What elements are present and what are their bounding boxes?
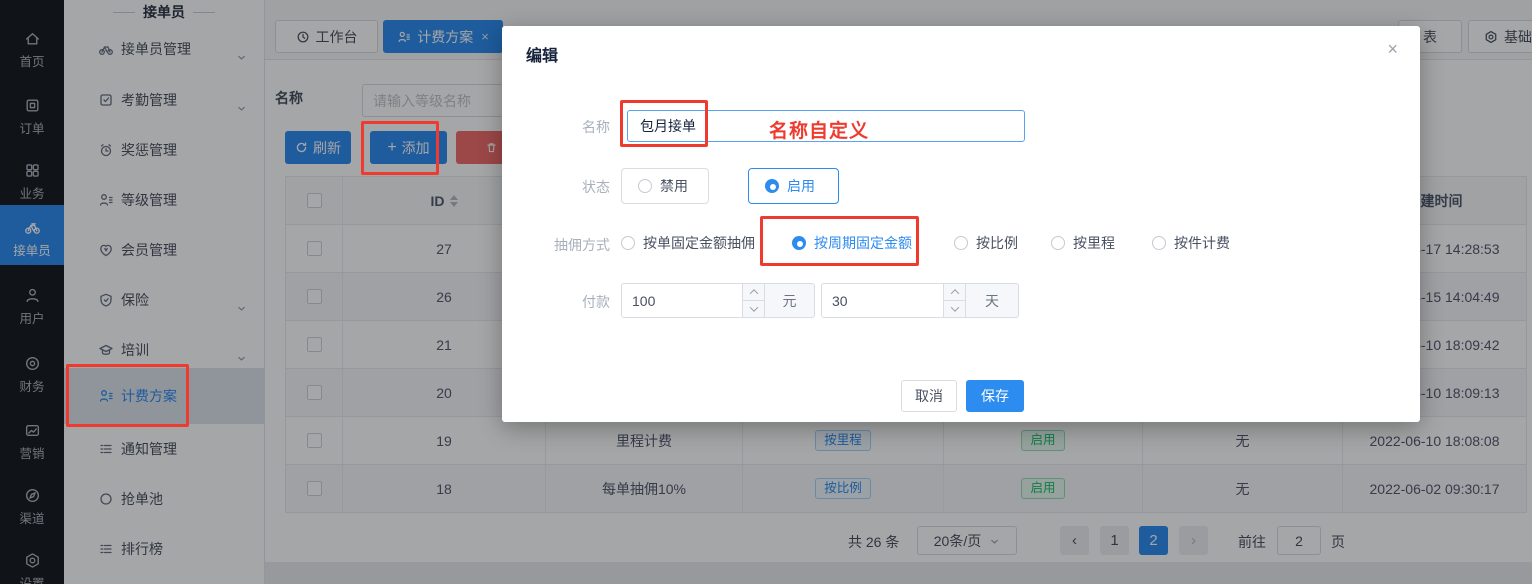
radio-selected-icon (792, 236, 806, 250)
period-input[interactable] (821, 283, 944, 318)
radio-icon (621, 236, 635, 250)
plan-name-input[interactable] (627, 110, 1025, 142)
amount-stepper[interactable] (743, 283, 765, 318)
radio-icon (1051, 236, 1065, 250)
status-option-enabled[interactable]: 启用 (748, 168, 839, 204)
status-option-disabled[interactable]: 禁用 (621, 168, 709, 204)
commission-field-label: 抽佣方式 (502, 235, 610, 255)
commission-option-fixed-per-period[interactable]: 按周期固定金额 (792, 229, 912, 257)
payment-field-label: 付款 (502, 292, 610, 312)
dialog-title: 编辑 (526, 42, 558, 66)
edit-dialog: 编辑 × 名称 状态 禁用 启用 抽佣方式 按单固定金额抽佣 按周期固定金额 按… (502, 26, 1420, 422)
period-unit-label: 天 (966, 283, 1019, 318)
payment-period-group: 天 (821, 283, 1019, 318)
save-button[interactable]: 保存 (966, 380, 1024, 412)
status-field-label: 状态 (502, 177, 610, 197)
commission-option-fixed-per-order[interactable]: 按单固定金额抽佣 (621, 229, 755, 257)
amount-unit-label: 元 (765, 283, 815, 318)
step-up-icon[interactable] (743, 284, 764, 300)
step-down-icon[interactable] (743, 300, 764, 317)
payment-amount-group: 元 (621, 283, 815, 318)
radio-icon (1152, 236, 1166, 250)
amount-input[interactable] (621, 283, 743, 318)
close-icon[interactable]: × (1387, 40, 1398, 58)
step-up-icon[interactable] (944, 284, 965, 300)
radio-selected-icon (765, 179, 779, 193)
commission-option-by-mileage[interactable]: 按里程 (1051, 229, 1115, 257)
radio-icon (954, 236, 968, 250)
app-window: 首页 订单 业务 接单员 用户 (0, 0, 1532, 584)
period-stepper[interactable] (944, 283, 966, 318)
cancel-button[interactable]: 取消 (901, 380, 957, 412)
commission-option-by-piece[interactable]: 按件计费 (1152, 229, 1230, 257)
commission-option-by-ratio[interactable]: 按比例 (954, 229, 1018, 257)
step-down-icon[interactable] (944, 300, 965, 317)
name-field-label: 名称 (502, 117, 610, 137)
radio-icon (638, 179, 652, 193)
